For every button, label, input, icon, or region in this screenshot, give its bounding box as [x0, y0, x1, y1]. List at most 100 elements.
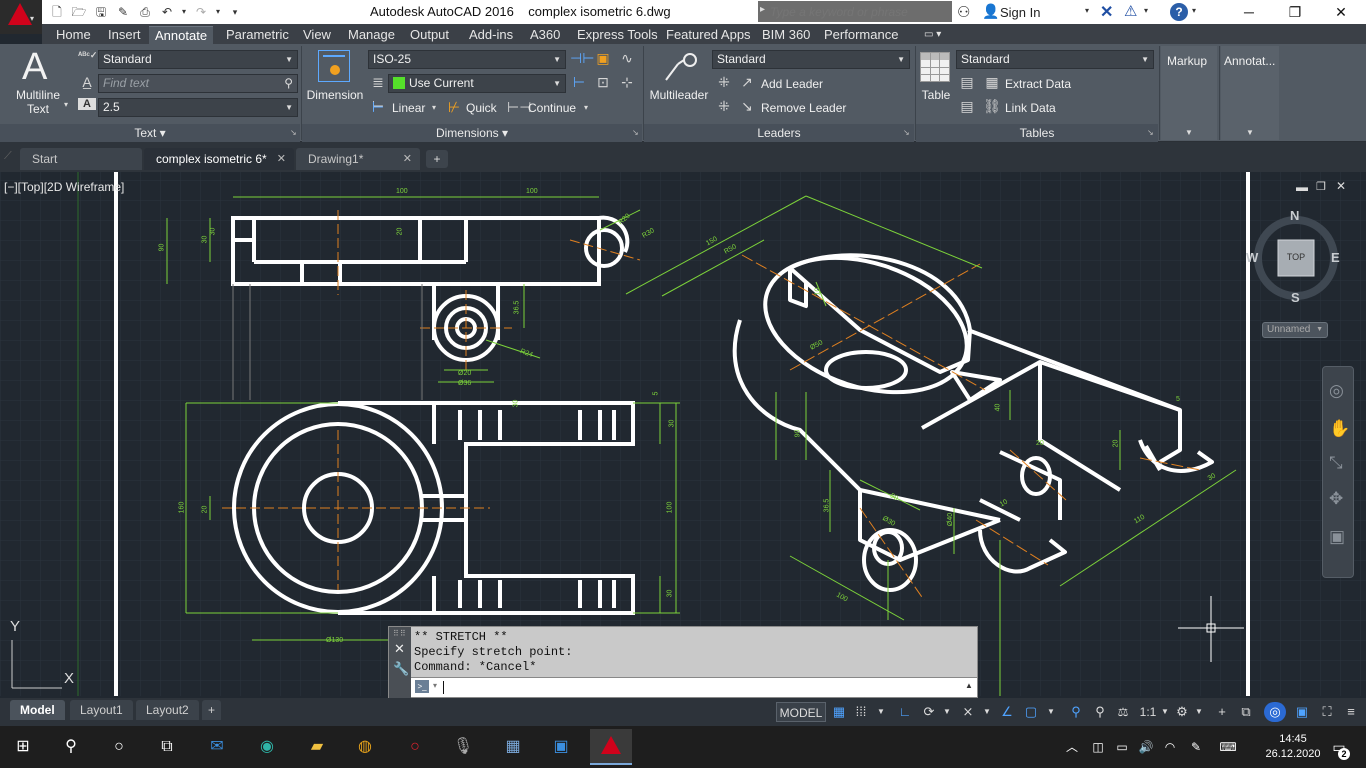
- sign-in-button[interactable]: Sign In: [1000, 5, 1040, 20]
- file-tab-complex-isometric[interactable]: complex isometric 6* ✕: [144, 148, 294, 170]
- tab-a360[interactable]: A360: [524, 26, 566, 44]
- tab-featured-apps[interactable]: Featured Apps: [660, 26, 757, 44]
- grid-display-icon[interactable]: ▦: [830, 702, 848, 722]
- search-expand-icon[interactable]: ▸: [760, 4, 765, 15]
- auto-scale-icon[interactable]: ⚲: [1090, 702, 1110, 722]
- binoculars-icon[interactable]: ⚇: [957, 3, 970, 21]
- text-height-select[interactable]: 2.5 ▼: [98, 98, 298, 117]
- model-space-toggle[interactable]: MODEL: [776, 702, 826, 722]
- collect-leaders-icon[interactable]: ⁜: [714, 98, 734, 115]
- viewcube-top-label[interactable]: TOP: [1278, 252, 1314, 262]
- dim-adjust-icon[interactable]: ▣: [594, 50, 612, 67]
- layout-tab-model[interactable]: Model: [10, 700, 65, 720]
- tab-bim-360[interactable]: BIM 360: [756, 26, 816, 44]
- chevron-down-icon[interactable]: ▼: [876, 702, 886, 722]
- align-leaders-icon[interactable]: ⁜: [714, 74, 734, 91]
- application-menu-button[interactable]: ▾: [0, 0, 42, 34]
- restore-button[interactable]: ❐: [1272, 0, 1318, 24]
- command-input[interactable]: >_ ▾ ▲: [411, 677, 977, 697]
- snap-mode-icon[interactable]: ⁞⁞⁞: [852, 702, 870, 722]
- clean-screen-icon[interactable]: ⛶: [1316, 702, 1338, 722]
- save-as-icon[interactable]: ✎: [114, 3, 132, 21]
- pen-icon[interactable]: ✎: [1186, 732, 1206, 762]
- save-icon[interactable]: 🖫: [92, 3, 110, 21]
- table-icon[interactable]: [920, 52, 950, 82]
- file-tab-drawing1[interactable]: Drawing1* ✕: [296, 148, 420, 170]
- microphone-app-icon[interactable]: 🎙: [448, 732, 478, 762]
- ribbon-minimize-toggle[interactable]: ▭ ▾: [918, 26, 947, 44]
- object-snap-tracking-icon[interactable]: ∠: [998, 702, 1016, 722]
- new-file-icon[interactable]: 🗋: [48, 3, 66, 21]
- mail-icon[interactable]: ✉: [202, 732, 232, 762]
- edge-browser-icon[interactable]: ◉: [252, 732, 282, 762]
- dim-update-icon[interactable]: ⊡: [594, 74, 612, 91]
- check-spelling-icon[interactable]: ᴬᴮᶜ✓: [78, 50, 97, 61]
- viewcube-south[interactable]: S: [1291, 290, 1300, 305]
- sign-in-dropdown-icon[interactable]: ▾: [1085, 6, 1089, 15]
- wifi-icon[interactable]: ◠: [1160, 732, 1180, 762]
- tab-add-ins[interactable]: Add-ins: [463, 26, 519, 44]
- tab-insert[interactable]: Insert: [102, 26, 147, 44]
- multiline-dropdown-icon[interactable]: ▾: [64, 100, 68, 109]
- annotation-monitor-icon[interactable]: +: [1212, 702, 1232, 722]
- command-prompt-icon[interactable]: >_: [415, 680, 429, 693]
- inspect-icon[interactable]: ∿: [618, 50, 636, 67]
- search-box[interactable]: [758, 1, 952, 22]
- autocad-taskbar-icon[interactable]: [590, 729, 632, 765]
- photos-icon[interactable]: ▣: [546, 732, 576, 762]
- keyboard-icon[interactable]: ⌨: [1214, 732, 1242, 762]
- autodesk-connect-icon[interactable]: ⚠: [1124, 2, 1137, 20]
- annotation-scaling-panel-button[interactable]: Annotat... ▼: [1221, 46, 1279, 140]
- task-view-icon[interactable]: ⧉: [152, 732, 182, 762]
- dim-oblique-icon[interactable]: ⊹: [618, 74, 636, 91]
- close-tab-icon[interactable]: ✕: [403, 148, 412, 170]
- tab-annotate[interactable]: Annotate: [149, 26, 214, 44]
- quick-dimension-button[interactable]: Quick: [466, 101, 497, 115]
- customization-menu-icon[interactable]: ≡: [1340, 702, 1362, 722]
- viewport-close-icon[interactable]: ✕: [1336, 179, 1346, 193]
- user-icon[interactable]: 👤: [982, 3, 999, 20]
- multileader-button[interactable]: Multileader: [646, 88, 712, 102]
- close-button[interactable]: ✕: [1318, 0, 1364, 24]
- battery-icon[interactable]: ▭: [1112, 732, 1132, 762]
- layout-tab-layout1[interactable]: Layout1: [70, 700, 133, 720]
- leaders-panel-launcher-icon[interactable]: ↘: [903, 128, 910, 137]
- text-panel-title[interactable]: Text ▾: [0, 124, 300, 142]
- isolate-objects-icon[interactable]: ◎: [1264, 702, 1286, 722]
- recent-commands-dropdown-icon[interactable]: ▾: [433, 681, 437, 690]
- dimension-layer-select[interactable]: Use Current ▼: [388, 74, 566, 93]
- meet-now-icon[interactable]: ◫: [1088, 732, 1108, 762]
- open-file-icon[interactable]: 🗁: [70, 3, 88, 21]
- undo-icon[interactable]: ↶: [158, 3, 176, 21]
- dimension-button[interactable]: Dimension: [304, 88, 366, 102]
- multiline-text-button-line2[interactable]: Text: [8, 102, 68, 116]
- remove-leader-button[interactable]: Remove Leader: [761, 101, 846, 115]
- close-tab-icon[interactable]: ✕: [277, 148, 286, 170]
- table-button[interactable]: Table: [916, 88, 956, 102]
- units-icon[interactable]: ⧉: [1236, 702, 1256, 722]
- redo-icon[interactable]: ↷: [192, 3, 210, 21]
- find-replace-icon[interactable]: ⚲: [284, 75, 293, 92]
- tab-manage[interactable]: Manage: [342, 26, 401, 44]
- tab-home[interactable]: Home: [50, 26, 97, 44]
- dim-jog-icon[interactable]: ⊢: [570, 74, 588, 91]
- multileader-icon[interactable]: [662, 50, 698, 84]
- connect-dropdown-icon[interactable]: ▾: [1144, 6, 1148, 15]
- viewcube-east[interactable]: E: [1331, 250, 1340, 265]
- new-tab-button[interactable]: +: [426, 150, 448, 168]
- undo-dropdown-icon[interactable]: ▾: [180, 3, 188, 21]
- windows-start-icon[interactable]: ⊞: [8, 732, 38, 762]
- tab-view[interactable]: View: [297, 26, 337, 44]
- search-input[interactable]: [770, 3, 948, 20]
- multiline-text-icon[interactable]: A: [22, 46, 47, 89]
- continue-button[interactable]: Continue: [528, 101, 576, 115]
- text-style-select[interactable]: Standard ▼: [98, 50, 298, 69]
- chevron-down-icon[interactable]: ▼: [982, 702, 992, 722]
- table-tools-icon[interactable]: ▤: [958, 74, 976, 91]
- chevron-down-icon[interactable]: ▼: [942, 702, 952, 722]
- object-snap-icon[interactable]: ▢: [1022, 702, 1040, 722]
- help-dropdown-icon[interactable]: ▾: [1192, 6, 1196, 15]
- exchange-icon[interactable]: ✕: [1100, 2, 1113, 22]
- annotation-scale-icon[interactable]: ⚖: [1112, 702, 1134, 722]
- hardware-acceleration-icon[interactable]: ▣: [1292, 702, 1312, 722]
